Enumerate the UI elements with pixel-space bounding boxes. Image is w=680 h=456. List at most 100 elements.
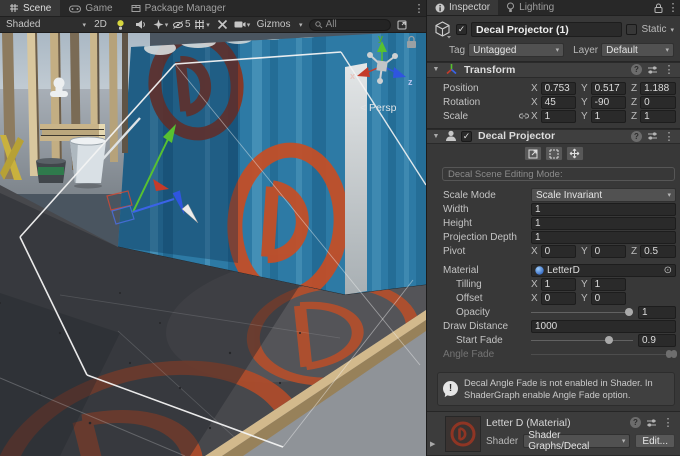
scene-search-input[interactable]: All xyxy=(309,19,391,31)
gameobject-header: ✓ Decal Projector (1) Static ▾ Tag Untag… xyxy=(427,16,680,61)
scale-x-field[interactable]: 1 xyxy=(541,110,576,123)
grid-visibility-button[interactable]: ▾ xyxy=(194,18,211,32)
opacity-slider[interactable] xyxy=(531,306,633,319)
material-foldout-icon[interactable]: ▶ xyxy=(430,440,440,448)
help-icon[interactable]: ? xyxy=(630,417,641,428)
decal-projector-header[interactable]: ▼ ✓ Decal Projector ? ⋮ xyxy=(427,129,680,145)
rotation-y-field[interactable]: -90 xyxy=(591,96,626,109)
start-fade-row: Start Fade 0.9 xyxy=(427,334,676,347)
material-object-field[interactable]: LetterD ⊙ xyxy=(531,264,676,277)
position-y-field[interactable]: 0.517 xyxy=(591,82,626,95)
start-fade-slider[interactable] xyxy=(531,334,633,347)
help-icon[interactable]: ? xyxy=(631,131,642,142)
pivot-z-field[interactable]: 0.5 xyxy=(640,245,676,258)
tab-inspector[interactable]: Inspector xyxy=(427,0,498,15)
shader-edit-button[interactable]: Edit... xyxy=(635,434,675,448)
offset-y-field[interactable]: 0 xyxy=(591,292,626,305)
object-picker-icon[interactable]: ⊙ xyxy=(664,265,672,276)
2d-toggle-button[interactable]: 2D xyxy=(92,18,109,32)
crop-edit-mode-button[interactable] xyxy=(545,146,563,161)
material-title: Letter D (Material) xyxy=(486,417,630,429)
material-row: Material LetterD ⊙ xyxy=(427,264,676,277)
gameobject-name-field[interactable]: Decal Projector (1) xyxy=(471,22,622,37)
height-field[interactable]: 1 xyxy=(531,217,676,230)
component-enabled-checkbox[interactable]: ✓ xyxy=(461,131,472,142)
material-preview-thumbnail[interactable] xyxy=(445,416,481,452)
presets-icon[interactable] xyxy=(644,131,660,141)
lock-icon[interactable] xyxy=(650,0,666,15)
shader-dropdown[interactable]: Shader Graphs/Decal▾ xyxy=(523,434,630,448)
rotation-x-field[interactable]: 45 xyxy=(541,96,576,109)
tag-dropdown[interactable]: Untagged▾ xyxy=(468,43,564,57)
layer-dropdown[interactable]: Default▾ xyxy=(601,43,674,57)
shading-mode-dropdown[interactable]: Shaded ▾ xyxy=(3,18,89,32)
position-z-field[interactable]: 1.188 xyxy=(640,82,676,95)
pivot-y-field[interactable]: 0 xyxy=(591,245,626,258)
help-icon[interactable]: ? xyxy=(631,64,642,75)
scene-visibility-button[interactable]: 5 xyxy=(172,18,191,32)
maximize-icon[interactable] xyxy=(394,18,411,32)
projection-depth-row: Projection Depth 1 xyxy=(427,231,676,244)
audio-toggle-button[interactable] xyxy=(132,18,149,32)
pivot-x-field[interactable]: 0 xyxy=(541,245,576,258)
component-tools-button[interactable] xyxy=(214,18,231,32)
position-x-field[interactable]: 0.753 xyxy=(541,82,576,95)
decal-editing-mode-box: Decal Scene Editing Mode: xyxy=(442,167,675,181)
static-dropdown-icon[interactable]: ▾ xyxy=(670,26,674,34)
gameobject-cube-icon[interactable] xyxy=(433,20,452,39)
decal-projector-icon xyxy=(445,130,457,142)
tilling-y-field[interactable]: 1 xyxy=(591,278,626,291)
scene-tabbar-menu-icon[interactable]: ⋮ xyxy=(412,0,426,16)
effects-toggle-button[interactable]: ▾ xyxy=(152,18,169,32)
lighting-toggle-button[interactable] xyxy=(112,18,129,32)
width-field[interactable]: 1 xyxy=(531,203,676,216)
component-menu-icon[interactable]: ⋮ xyxy=(662,63,676,76)
presets-icon[interactable] xyxy=(643,418,659,428)
scale-link-icon[interactable] xyxy=(517,112,531,120)
presets-icon[interactable] xyxy=(644,65,660,75)
offset-x-field[interactable]: 0 xyxy=(541,292,576,305)
scale-z-field[interactable]: 1 xyxy=(640,110,676,123)
tilling-x-field[interactable]: 1 xyxy=(541,278,576,291)
foldout-icon[interactable]: ▼ xyxy=(431,133,441,140)
material-menu-icon[interactable]: ⋮ xyxy=(661,416,675,429)
foldout-icon[interactable]: ▼ xyxy=(431,66,441,73)
speaker-icon xyxy=(135,19,146,30)
gamepad-icon xyxy=(69,4,81,13)
chevron-down-icon: ▾ xyxy=(165,21,169,29)
lightbulb-icon xyxy=(506,2,515,13)
static-checkbox[interactable] xyxy=(626,24,637,35)
axis-y-label: y xyxy=(378,33,383,43)
active-checkbox[interactable]: ✓ xyxy=(456,24,467,35)
scene-viewport[interactable]: y x z < Persp xyxy=(0,33,426,456)
camera-settings-button[interactable]: ▾ xyxy=(234,18,251,32)
tab-package-manager[interactable]: Package Manager xyxy=(122,0,235,16)
projection-depth-field[interactable]: 1 xyxy=(531,231,676,244)
draw-distance-field[interactable]: 1000 xyxy=(531,320,676,333)
transform-header[interactable]: ▼ Transform ? ⋮ xyxy=(427,62,680,78)
tab-lighting-label: Lighting xyxy=(519,2,554,13)
axis-z-label: z xyxy=(408,77,413,87)
tab-scene[interactable]: Scene xyxy=(0,0,60,16)
search-icon xyxy=(315,21,323,29)
shading-mode-label: Shaded xyxy=(6,19,40,30)
scene-tabbar: Scene Game Package Manager ⋮ xyxy=(0,0,426,17)
persp-label[interactable]: < Persp xyxy=(360,102,397,114)
angle-fade-warning: ! Decal Angle Fade is not enabled in Sha… xyxy=(437,372,675,406)
pivot-edit-mode-button[interactable] xyxy=(566,146,584,161)
scale-mode-dropdown[interactable]: Scale Invariant▾ xyxy=(531,188,676,202)
tab-lighting[interactable]: Lighting xyxy=(498,0,562,15)
package-icon xyxy=(131,3,141,13)
gizmos-dropdown[interactable]: Gizmos ▾ xyxy=(254,18,306,32)
rotation-z-field[interactable]: 0 xyxy=(640,96,676,109)
inspector-menu-icon[interactable]: ⋮ xyxy=(666,0,680,15)
scale-mode-row: Scale Mode Scale Invariant▾ xyxy=(427,189,676,202)
tab-game[interactable]: Game xyxy=(60,0,121,16)
transform-icon xyxy=(445,63,458,76)
component-menu-icon[interactable]: ⋮ xyxy=(662,130,676,143)
opacity-field[interactable]: 1 xyxy=(638,306,676,319)
scale-y-field[interactable]: 1 xyxy=(591,110,626,123)
start-fade-field[interactable]: 0.9 xyxy=(638,334,676,347)
scale-edit-mode-button[interactable] xyxy=(524,146,542,161)
tab-game-label: Game xyxy=(85,3,112,14)
